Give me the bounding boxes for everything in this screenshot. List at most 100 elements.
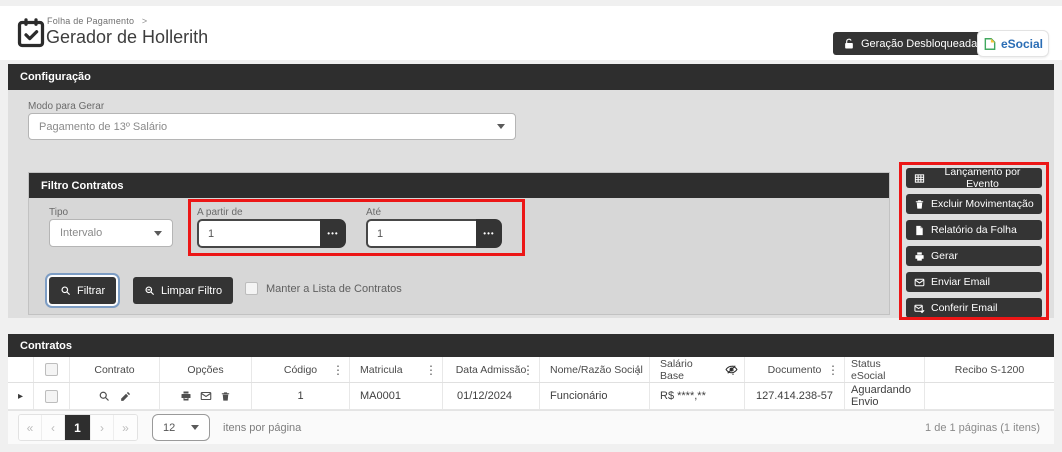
row-salario-base: R$ ****,** [650,383,745,409]
header-nome: Nome/Razão Social ⋮ [540,357,650,382]
row-opcoes-cell [160,383,252,409]
table-header-row: Contrato Opções Código ⋮ Matricula ⋮ Dat… [8,357,1054,383]
filter-section-bar: Filtro Contratos [29,173,889,198]
column-menu-icon[interactable]: ⋮ [522,364,534,376]
column-menu-icon[interactable]: ⋮ [332,364,344,376]
pagination-bar: « ‹ 1 › » 12 itens por página 1 de 1 pág… [8,410,1054,444]
row-nome: Funcionário [540,383,650,409]
esocial-logo-icon [983,37,997,51]
header-salario-base: Salário Base ⋮ [650,357,745,382]
header-salario-base-label: Salário Base [660,358,719,382]
from-field-group: ••• [197,219,346,248]
check-email-button[interactable]: Conferir Email [906,298,1042,318]
email-row-icon[interactable] [200,390,212,402]
page-1-button[interactable]: 1 [65,415,91,440]
breadcrumb-label[interactable]: Folha de Pagamento [47,16,134,26]
row-contrato-cell [70,383,160,409]
column-menu-icon[interactable]: ⋮ [827,364,839,376]
filter-section-title: Filtro Contratos [41,180,124,192]
header-status-esocial-label: Status eSocial [851,358,918,382]
column-menu-icon[interactable]: ⋮ [727,364,739,376]
launch-by-event-label: Lançamento por Evento [931,166,1034,190]
edit-contract-icon[interactable] [119,390,132,403]
grid-icon [914,173,925,184]
per-page-label: itens por página [223,422,301,434]
header-data-admissao-label: Data Admissão [456,364,527,376]
to-lookup-button[interactable]: ••• [476,219,502,248]
page-header: Folha de Pagamento > Gerador de Hollerit… [0,6,1062,60]
row-recibo [925,383,1054,409]
header-expand-cell [8,357,34,382]
row-checkbox[interactable] [45,390,58,403]
send-email-button[interactable]: Enviar Email [906,272,1042,292]
expand-row-icon[interactable]: ▸ [18,391,23,402]
prev-page-button[interactable]: ‹ [42,415,65,440]
generation-unlocked-button[interactable]: Geração Desbloqueada [833,32,987,55]
row-expand-cell: ▸ [8,383,34,409]
row-data-admissao: 01/12/2024 [443,383,540,409]
row-matricula: MA0001 [350,383,443,409]
pagination-summary: 1 de 1 páginas (1 itens) [925,422,1040,434]
breadcrumb[interactable]: Folha de Pagamento > [47,16,147,26]
mode-label: Modo para Gerar [28,101,104,112]
header-contrato-label: Contrato [94,364,134,376]
type-select[interactable]: Intervalo [49,219,173,247]
config-section-bar: Configuração [8,64,1054,90]
unlock-icon [843,38,855,50]
contracts-section-bar: Contratos [8,334,1054,357]
first-page-button[interactable]: « [19,415,42,440]
filter-button-label: Filtrar [77,285,105,297]
search-icon [60,285,71,296]
header-opcoes-label: Opções [187,364,223,376]
header-recibo-label: Recibo S-1200 [955,364,1024,376]
keep-list-checkbox[interactable] [245,282,258,295]
launch-by-event-button[interactable]: Lançamento por Evento [906,168,1042,188]
keep-list-field: Manter a Lista de Contratos [245,282,402,295]
mode-select-value: Pagamento de 13º Salário [39,121,167,133]
clear-filter-button[interactable]: Limpar Filtro [133,277,233,304]
table-row: ▸ [8,383,1054,410]
header-nome-label: Nome/Razão Social [550,364,643,376]
next-page-button[interactable]: › [91,415,114,440]
view-contract-icon[interactable] [98,390,110,402]
header-checkbox-cell [34,357,70,382]
chevron-down-icon [154,231,162,236]
mode-select[interactable]: Pagamento de 13º Salário [28,113,516,140]
column-menu-icon[interactable]: ⋮ [632,364,644,376]
send-email-label: Enviar Email [931,276,990,288]
header-documento: Documento ⋮ [745,357,845,382]
payroll-report-button[interactable]: Relatório da Folha [906,220,1042,240]
filter-button[interactable]: Filtrar [49,277,116,304]
breadcrumb-chevron-icon: > [142,16,147,26]
keep-list-label: Manter a Lista de Contratos [266,283,402,295]
pager-group: « ‹ 1 › » [18,414,138,441]
header-recibo: Recibo S-1200 [925,357,1054,382]
from-label: A partir de [197,207,243,218]
ellipsis-icon: ••• [483,229,494,238]
last-page-button[interactable]: » [114,415,137,440]
page-size-select[interactable]: 12 [152,414,210,441]
generate-button[interactable]: Gerar [906,246,1042,266]
type-select-value: Intervalo [60,227,102,239]
delete-row-icon[interactable] [220,391,231,402]
email-check-icon [914,303,925,314]
calendar-check-icon [16,18,46,48]
to-input[interactable] [366,219,476,248]
delete-movement-button[interactable]: Excluir Movimentação [906,194,1042,214]
clear-filter-button-label: Limpar Filtro [161,285,222,297]
from-input[interactable] [197,219,320,248]
esocial-button[interactable]: eSocial [977,30,1049,57]
select-all-checkbox[interactable] [45,363,58,376]
column-menu-icon[interactable]: ⋮ [425,364,437,376]
config-section-body: Modo para Gerar Pagamento de 13º Salário… [8,90,1054,318]
from-lookup-button[interactable]: ••• [320,219,346,248]
print-icon[interactable] [180,390,192,402]
page-size-value: 12 [163,422,175,434]
generate-label: Gerar [931,250,958,262]
delete-movement-label: Excluir Movimentação [931,198,1034,210]
header-matricula-label: Matricula [360,364,403,376]
header-opcoes: Opções [160,357,252,382]
row-codigo: 1 [252,383,350,409]
row-documento: 127.414.238-57 [745,383,845,409]
generation-unlocked-label: Geração Desbloqueada [861,38,977,50]
